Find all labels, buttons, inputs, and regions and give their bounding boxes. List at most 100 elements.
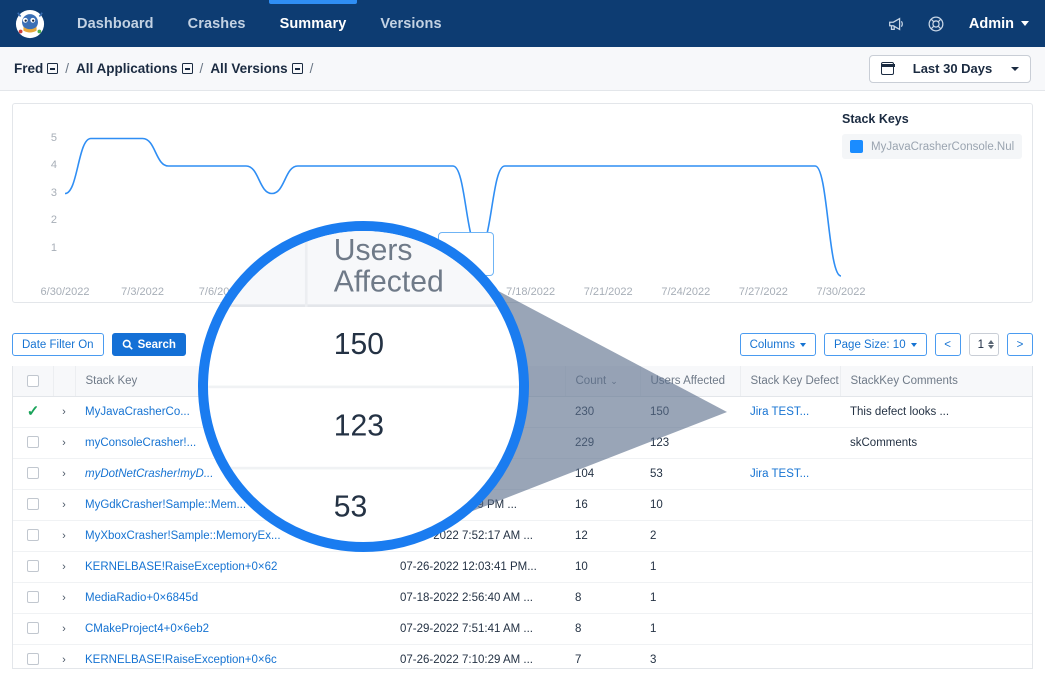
stack-key-link[interactable]: MediaRadio+0×6845d (85, 592, 198, 604)
cell-stack-key[interactable]: CMakeProject4+0×6eb2 (75, 613, 390, 644)
row-checkbox[interactable] (27, 591, 39, 603)
row-select-cell[interactable] (13, 427, 53, 458)
breadcrumb-item-versions[interactable]: All Versions (210, 61, 302, 76)
th-select-all[interactable] (13, 366, 53, 396)
row-expand-cell[interactable]: › (53, 458, 75, 489)
cell-stack-key-defect[interactable] (740, 427, 840, 458)
stack-key-link[interactable]: KERNELBASE!RaiseException+0×62 (85, 561, 277, 573)
stepper-arrows-icon[interactable] (988, 340, 994, 349)
date-filter-toggle-button[interactable]: Date Filter On (12, 333, 104, 356)
select-all-checkbox[interactable] (27, 375, 39, 387)
cell-stack-key[interactable]: KERNELBASE!RaiseException+0×6c (75, 644, 390, 669)
cell-stack-key-defect[interactable]: Jira TEST... (740, 458, 840, 489)
date-range-selector[interactable]: Last 30 Days (869, 55, 1031, 83)
cell-stack-key-defect[interactable] (740, 489, 840, 520)
nav-item-summary[interactable]: Summary (263, 0, 364, 47)
row-checkbox[interactable] (27, 622, 39, 634)
chart-x-tick: 7/21/2022 (578, 286, 638, 298)
cell-stack-key-defect[interactable] (740, 644, 840, 669)
row-expand-cell[interactable]: › (53, 427, 75, 458)
table-row[interactable]: ›myDotNetCrasher!myD...022 6:03:59 AM ..… (13, 458, 1032, 489)
stack-key-link[interactable]: MyJavaCrasherCo... (85, 406, 190, 418)
chevron-right-icon[interactable]: › (62, 592, 66, 604)
row-select-cell[interactable] (13, 458, 53, 489)
cell-stack-key-defect[interactable] (740, 520, 840, 551)
page-number-stepper[interactable]: 1 (969, 333, 999, 356)
th-users-affected[interactable]: Users Affected (640, 366, 740, 396)
row-checkbox[interactable] (27, 436, 39, 448)
cell-stack-key-defect[interactable] (740, 551, 840, 582)
cell-stackkey-comments: skComments (840, 427, 1032, 458)
chevron-right-icon[interactable]: › (62, 561, 66, 573)
breadcrumb-label: All Applications (76, 61, 178, 76)
chevron-right-icon[interactable]: › (62, 468, 66, 480)
cell-stack-key[interactable]: KERNELBASE!RaiseException+0×62 (75, 551, 390, 582)
th-stack-key-defect[interactable]: Stack Key Defect (740, 366, 840, 396)
row-select-cell[interactable] (13, 489, 53, 520)
chevron-right-icon[interactable]: › (62, 530, 66, 542)
table-row[interactable]: ›KERNELBASE!RaiseException+0×6207-26-202… (13, 551, 1032, 582)
app-logo[interactable] (0, 0, 60, 47)
cell-stack-key-defect[interactable] (740, 613, 840, 644)
prev-page-button[interactable]: < (935, 333, 961, 356)
legend-item-stackkey[interactable]: MyJavaCrasherConsole.Null... (842, 134, 1022, 159)
row-checkbox[interactable] (27, 560, 39, 572)
row-expand-cell[interactable]: › (53, 613, 75, 644)
breadcrumb-dropdown-icon[interactable] (47, 63, 58, 74)
chevron-right-icon[interactable]: › (62, 437, 66, 449)
table-row[interactable]: ›MyXboxCrasher!Sample::MemoryEx...07-15-… (13, 520, 1032, 551)
th-count[interactable]: Count⌄ (565, 366, 640, 396)
breadcrumb-dropdown-icon[interactable] (182, 63, 193, 74)
row-select-cell[interactable] (13, 551, 53, 582)
table-row[interactable]: ›MediaRadio+0×6845d07-18-2022 2:56:40 AM… (13, 582, 1032, 613)
chevron-right-icon[interactable]: › (62, 623, 66, 635)
table-row[interactable]: ›CMakeProject4+0×6eb207-29-2022 7:51:41 … (13, 613, 1032, 644)
chevron-right-icon[interactable]: › (62, 499, 66, 511)
row-checkbox[interactable] (27, 529, 39, 541)
megaphone-icon[interactable] (883, 11, 909, 37)
row-expand-cell[interactable]: › (53, 551, 75, 582)
row-select-cell[interactable] (13, 582, 53, 613)
defect-link[interactable]: Jira TEST... (750, 406, 809, 418)
row-expand-cell[interactable]: › (53, 520, 75, 551)
next-page-button[interactable]: > (1007, 333, 1033, 356)
th-stackkey-comments[interactable]: StackKey Comments (840, 366, 1032, 396)
row-checkbox[interactable] (27, 653, 39, 665)
cell-stackkey-comments (840, 644, 1032, 669)
stack-key-link[interactable]: myConsoleCrasher!... (85, 437, 196, 449)
nav-item-crashes[interactable]: Crashes (171, 0, 263, 47)
breadcrumb-item-account[interactable]: Fred (14, 61, 58, 76)
table-row[interactable]: ›MyGdkCrasher!Sample::Mem...25-2022 2:29… (13, 489, 1032, 520)
breadcrumb-item-applications[interactable]: All Applications (76, 61, 193, 76)
row-expand-cell[interactable]: › (53, 489, 75, 520)
stack-key-link[interactable]: CMakeProject4+0×6eb2 (85, 623, 209, 635)
row-expand-cell[interactable]: › (53, 644, 75, 669)
stack-key-link[interactable]: KERNELBASE!RaiseException+0×6c (85, 654, 277, 666)
lifebuoy-icon[interactable] (923, 11, 949, 37)
defect-link[interactable]: Jira TEST... (750, 468, 809, 480)
search-button[interactable]: Search (112, 333, 186, 356)
admin-menu-button[interactable]: Admin (963, 16, 1029, 32)
row-expand-cell[interactable]: › (53, 396, 75, 427)
cell-stack-key[interactable]: MediaRadio+0×6845d (75, 582, 390, 613)
row-checkbox[interactable] (27, 498, 39, 510)
breadcrumb-dropdown-icon[interactable] (292, 63, 303, 74)
breadcrumb-separator-trailing: / (310, 61, 314, 76)
page-size-button[interactable]: Page Size: 10 (824, 333, 927, 356)
row-select-cell[interactable]: ✓ (13, 396, 53, 427)
stack-key-link[interactable]: myDotNetCrasher!myD... (85, 468, 213, 480)
table-row[interactable]: ›KERNELBASE!RaiseException+0×6c07-26-202… (13, 644, 1032, 669)
row-select-cell[interactable] (13, 520, 53, 551)
nav-item-dashboard[interactable]: Dashboard (60, 0, 171, 47)
row-expand-cell[interactable]: › (53, 582, 75, 613)
cell-stack-key-defect[interactable] (740, 582, 840, 613)
columns-button[interactable]: Columns (740, 333, 816, 356)
chevron-right-icon[interactable]: › (62, 406, 66, 418)
row-checked-icon[interactable]: ✓ (27, 404, 40, 419)
nav-item-versions[interactable]: Versions (363, 0, 458, 47)
row-select-cell[interactable] (13, 644, 53, 669)
row-checkbox[interactable] (27, 467, 39, 479)
chevron-right-icon[interactable]: › (62, 654, 66, 666)
cell-stack-key-defect[interactable]: Jira TEST... (740, 396, 840, 427)
row-select-cell[interactable] (13, 613, 53, 644)
